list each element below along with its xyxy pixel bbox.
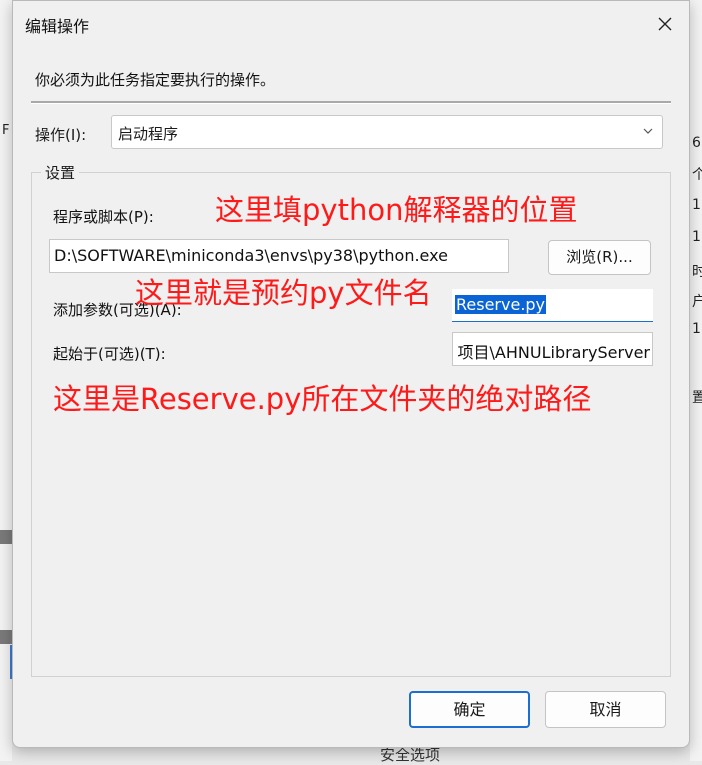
cancel-button[interactable]: 取消 [545,691,666,728]
close-icon [658,17,672,31]
startin-input[interactable]: 项目\AHNULibraryServer [452,332,653,366]
startin-input-value: 项目\AHNULibraryServer [457,343,650,362]
startin-label: 起始于(可选)(T): [53,345,166,363]
settings-group-title: 设置 [41,162,80,183]
background-text: 个 [692,167,702,183]
background-text: 置 [692,390,702,406]
background-text: 6 [692,135,701,151]
title-bar: 编辑操作 [13,1,689,47]
annotation-args: 这里就是预约py文件名 [135,276,432,310]
action-label: 操作(I): [35,126,87,144]
background-divider [0,630,12,644]
program-label: 程序或脚本(P): [53,208,154,226]
close-button[interactable] [647,7,683,41]
instruction-text: 你必须为此任务指定要执行的操作。 [35,71,276,89]
program-input[interactable]: D:\SOFTWARE\miniconda3\envs\py38\python.… [49,239,509,273]
action-dropdown-value: 启动程序 [118,125,179,143]
background-text: 1 [692,197,701,213]
chevron-down-icon [643,128,653,134]
background-window-right: 6 个 1 1 时 户 1 置 [690,0,702,761]
browse-button[interactable]: 浏览(R)... [548,240,651,275]
background-text: 户 [692,294,702,310]
background-divider [0,530,12,544]
edit-action-dialog: 编辑操作 你必须为此任务指定要执行的操作。 操作(I): 启动程序 设置 程序或… [12,0,690,748]
annotation-startin: 这里是Reserve.py所在文件夹的绝对路径 [53,382,592,416]
background-text: 1 [692,229,701,245]
program-input-value: D:\SOFTWARE\miniconda3\envs\py38\python.… [54,246,448,265]
args-input[interactable]: Reserve.py [452,289,653,322]
background-text: 1 [692,321,701,337]
args-input-value: Reserve.py [455,295,547,314]
separator [31,101,671,104]
background-window-left: F [0,0,12,761]
action-dropdown[interactable]: 启动程序 [111,115,663,149]
background-text: F [2,123,10,138]
background-text: 时 [692,264,702,280]
annotation-program: 这里填python解释器的位置 [215,193,578,227]
dialog-title: 编辑操作 [25,17,90,36]
ok-button[interactable]: 确定 [409,691,530,728]
